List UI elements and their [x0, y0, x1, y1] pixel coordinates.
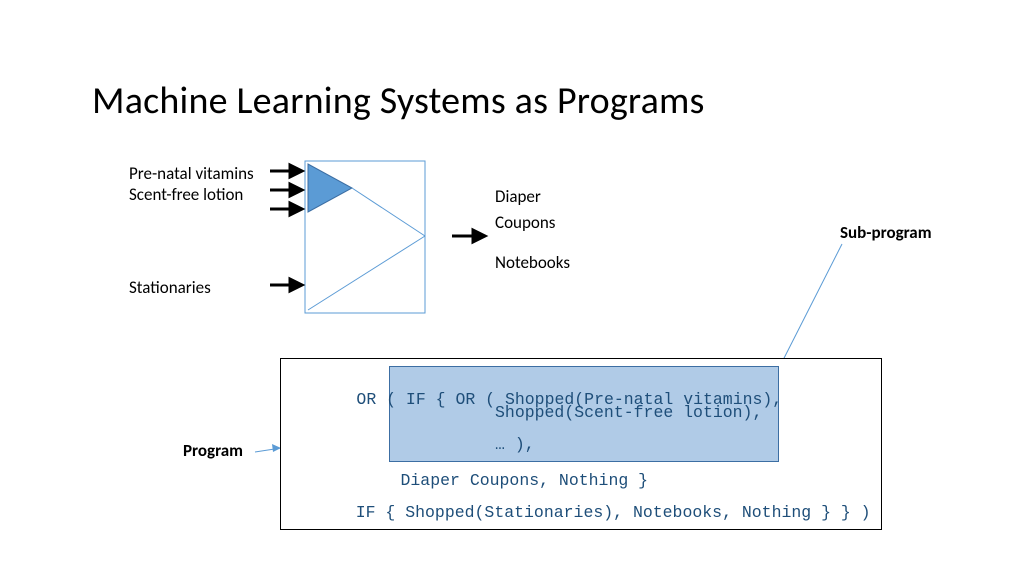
program-label: Program [183, 440, 243, 461]
subprogram-label: Sub-program [840, 222, 932, 243]
input-prenatal: Pre-natal vitamins [129, 163, 254, 184]
output-coupons: Coupons [495, 210, 555, 236]
code-l2: Shopped(Scent-free lotion), [396, 403, 762, 422]
code-l4: Diaper Coupons, Nothing } [351, 471, 648, 490]
input-stationaries: Stationaries [129, 277, 211, 298]
output-diaper: Diaper [495, 184, 555, 210]
code-l3: … ), [396, 435, 535, 454]
slide-title: Machine Learning Systems as Programs [92, 78, 705, 124]
input-lotion: Scent-free lotion [129, 184, 254, 205]
output-notebooks: Notebooks [495, 250, 570, 276]
code-l5: IF { Shopped(Stationaries), Notebooks, N… [326, 503, 871, 522]
code-box: OR ( IF { OR ( Shopped(Pre-natal vitamin… [280, 358, 882, 530]
